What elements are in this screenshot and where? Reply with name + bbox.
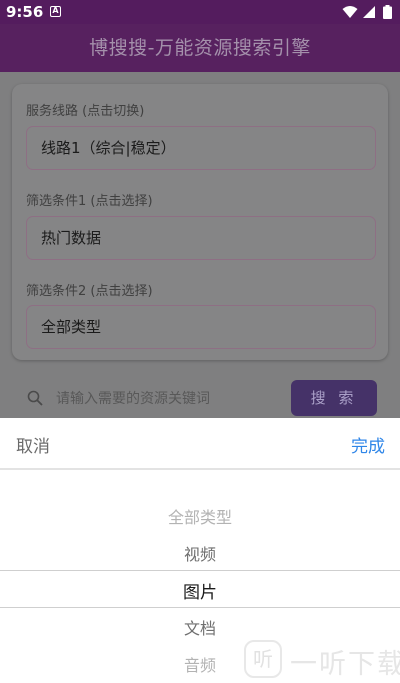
wifi-icon — [342, 6, 358, 18]
picker-option[interactable]: 文档 — [0, 615, 400, 639]
search-icon — [27, 390, 43, 406]
signal-icon — [363, 6, 375, 18]
filter2-label: 筛选条件2 (点击选择) — [26, 284, 153, 299]
watermark-text: 一听下载 — [290, 649, 400, 680]
picker-option[interactable]: 图片 — [0, 578, 400, 603]
selection-top-line — [0, 570, 400, 571]
app-title: 博搜搜-万能资源搜索引擎 — [89, 37, 311, 59]
battery-icon — [383, 5, 392, 19]
server-line-selector[interactable]: 线路1（综合|稳定） — [26, 126, 376, 170]
search-input[interactable]: 请输入需要的资源关键词 — [56, 388, 210, 408]
picker-option[interactable]: 视频 — [0, 541, 400, 565]
picker-toolbar: 取消 完成 — [0, 418, 400, 470]
filter1-label: 筛选条件1 (点击选择) — [26, 194, 153, 209]
filter1-selector[interactable]: 热门数据 — [26, 216, 376, 260]
picker-option[interactable]: 全部类型 — [0, 504, 400, 528]
status-time: 9:56 — [6, 3, 44, 21]
filter2-selector[interactable]: 全部类型 — [26, 305, 376, 349]
app-bar: 博搜搜-万能资源搜索引擎 — [0, 24, 400, 72]
search-button[interactable]: 搜 索 — [291, 380, 377, 416]
search-row: 请输入需要的资源关键词 搜 索 — [0, 378, 400, 418]
done-button[interactable]: 完成 — [351, 432, 385, 457]
status-bar: 9:56 A — [0, 0, 400, 24]
watermark-logo-icon: 听 — [244, 640, 282, 678]
selection-bottom-line — [0, 607, 400, 608]
server-line-label: 服务线路 (点击切换) — [26, 104, 145, 119]
cancel-button[interactable]: 取消 — [16, 432, 50, 457]
notification-icon: A — [50, 6, 61, 17]
